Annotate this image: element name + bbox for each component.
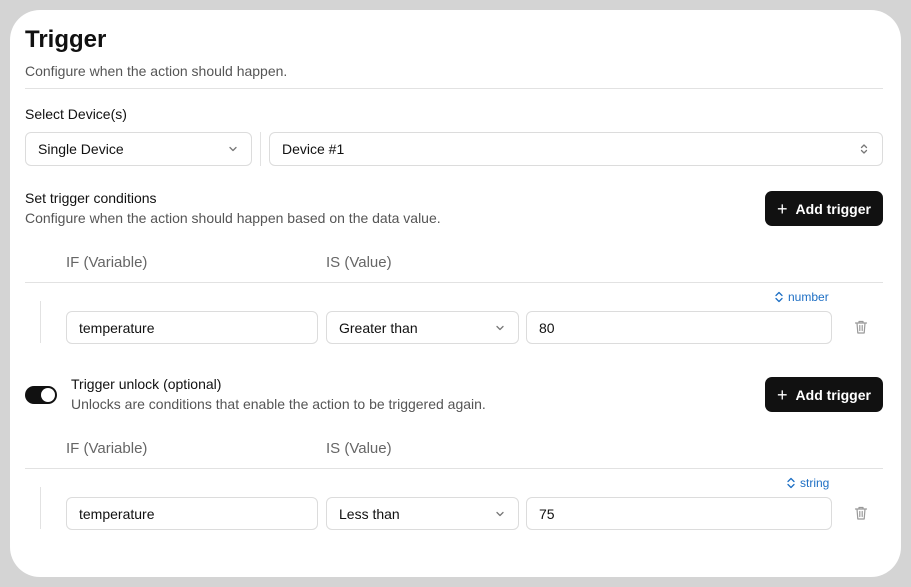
unlock-operator-select[interactable]: Less than — [326, 497, 519, 530]
operator-value: Greater than — [339, 319, 418, 336]
device-mode-value: Single Device — [38, 141, 124, 157]
variable-value: temperature — [79, 319, 155, 336]
row-indent-line — [40, 301, 41, 343]
trigger-card: Trigger Configure when the action should… — [10, 10, 901, 577]
conditions-title: Set trigger conditions — [25, 190, 157, 206]
value-input[interactable]: 80 — [526, 311, 832, 344]
device-value: Device #1 — [282, 141, 345, 157]
unlock-col-variable-header: IF (Variable) — [66, 440, 148, 457]
unlock-title: Trigger unlock (optional) — [71, 376, 222, 392]
unlock-row-indent-line — [40, 487, 41, 529]
unlock-description: Unlocks are conditions that enable the a… — [71, 396, 486, 412]
unlock-variable-input[interactable]: temperature — [66, 497, 318, 530]
unlock-value-input[interactable]: 75 — [526, 497, 832, 530]
unlock-value-type-toggle[interactable]: string — [786, 476, 829, 490]
operator-select[interactable]: Greater than — [326, 311, 519, 344]
device-select[interactable]: Device #1 — [269, 132, 883, 166]
page-subtitle: Configure when the action should happen. — [25, 63, 288, 79]
variable-input[interactable]: temperature — [66, 311, 318, 344]
add-unlock-trigger-label: Add trigger — [795, 386, 871, 403]
page-title: Trigger — [25, 26, 107, 53]
plus-icon: + — [777, 384, 788, 405]
chevron-down-icon — [229, 146, 237, 152]
unlock-variable-value: temperature — [79, 505, 155, 522]
toggle-knob — [41, 388, 55, 402]
chevron-updown-icon — [775, 291, 783, 303]
value-type-toggle[interactable]: number — [774, 290, 829, 304]
conditions-description: Configure when the action should happen … — [25, 210, 441, 226]
select-device-label: Select Device(s) — [25, 106, 127, 122]
add-unlock-trigger-button[interactable]: + Add trigger — [765, 377, 883, 412]
plus-icon: + — [777, 198, 788, 219]
unlock-col-value-header: IS (Value) — [326, 440, 392, 457]
header-divider — [25, 88, 883, 89]
unlock-value-type-label: string — [800, 476, 830, 490]
conditions-header-divider — [25, 282, 883, 283]
add-trigger-label: Add trigger — [795, 200, 871, 217]
unlock-value-value: 75 — [539, 505, 555, 522]
value-type-label: number — [788, 290, 829, 304]
trash-icon[interactable] — [853, 319, 869, 335]
chevron-down-icon — [496, 325, 504, 330]
unlock-operator-value: Less than — [339, 505, 400, 522]
value-value: 80 — [539, 319, 555, 336]
trash-icon[interactable] — [853, 505, 869, 521]
chevron-updown-icon — [787, 477, 795, 489]
col-value-header: IS (Value) — [326, 254, 392, 271]
chevron-down-icon — [496, 511, 504, 516]
chevron-updown-icon — [860, 144, 868, 154]
device-mode-select[interactable]: Single Device — [25, 132, 252, 166]
add-trigger-button[interactable]: + Add trigger — [765, 191, 883, 226]
col-variable-header: IF (Variable) — [66, 254, 148, 271]
unlock-header-divider — [25, 468, 883, 469]
unlock-toggle[interactable] — [25, 386, 57, 404]
select-separator — [260, 132, 261, 166]
